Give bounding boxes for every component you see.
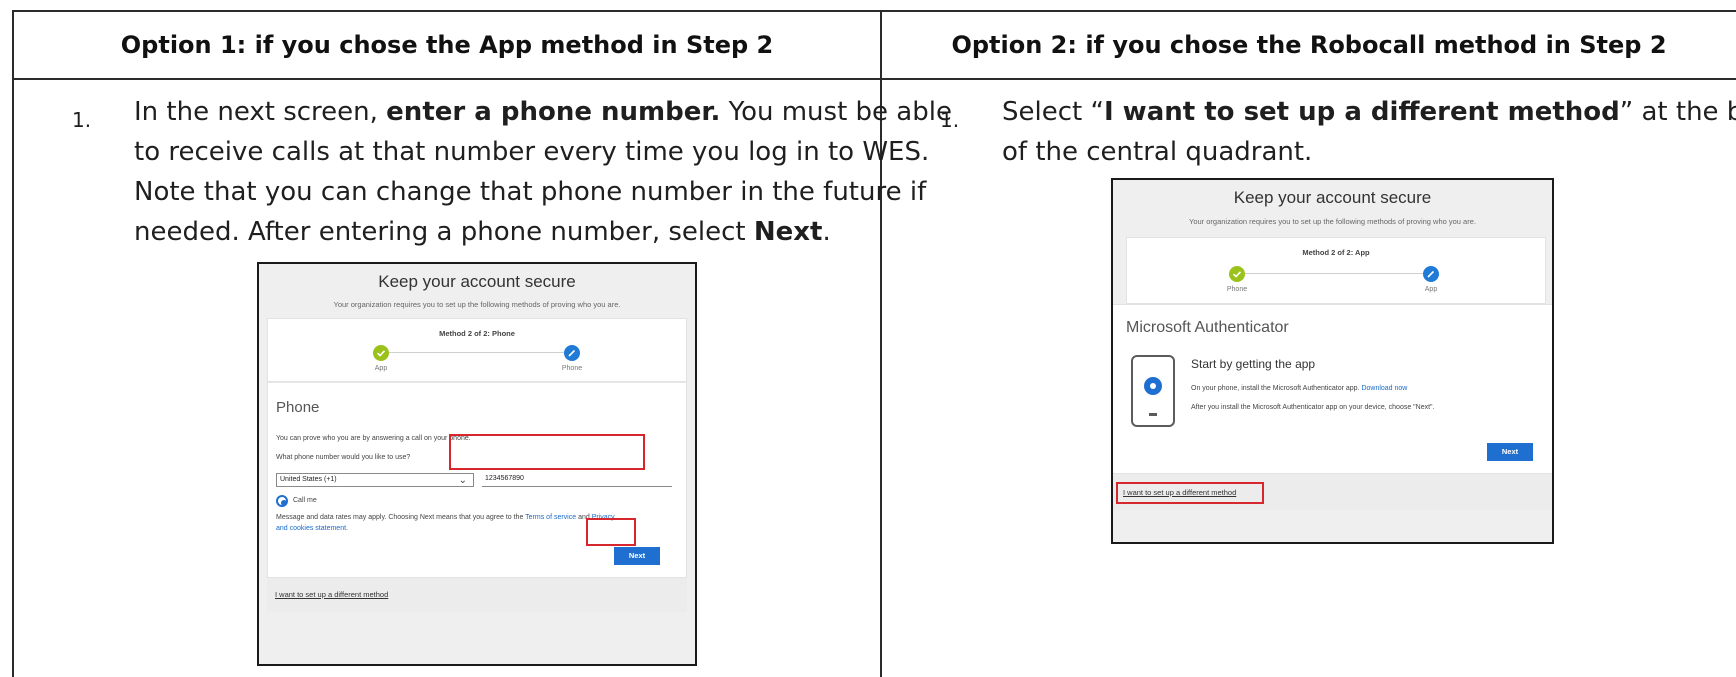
step-number: 1.	[72, 108, 92, 132]
install-line: On your phone, install the Microsoft Aut…	[1191, 385, 1408, 392]
option2-header: Option 2: if you chose the Robocall meth…	[951, 31, 1667, 59]
step-line-1: Select “I want to set up a different met…	[1002, 97, 1736, 127]
different-method-highlight-box	[1116, 482, 1264, 504]
after-install-line: After you install the Microsoft Authenti…	[1191, 404, 1435, 411]
option2-step: 1. Select “I want to set up a different …	[940, 92, 1736, 172]
progress-line	[381, 352, 571, 353]
phone-highlight-box	[449, 434, 645, 470]
option1-step: 1. In the next screen, enter a phone num…	[72, 92, 952, 262]
footer-bar: I want to set up a different method	[267, 578, 687, 612]
legal-text-line2: and cookies statement.	[276, 525, 348, 532]
terms-link[interactable]: Terms of service	[525, 514, 576, 521]
authenticator-card: Microsoft Authenticator Start by getting…	[1113, 304, 1552, 474]
progress-card: Method 2 of 2: App Phone App	[1126, 237, 1546, 304]
next-button[interactable]: Next	[1487, 443, 1533, 461]
progress-label-right: Phone	[561, 365, 583, 372]
privacy-link-cont[interactable]: and cookies statement	[276, 525, 346, 532]
phone-setup-screenshot: Keep your account secure Your organizati…	[257, 262, 697, 666]
phone-number-input[interactable]: 1234567890	[482, 473, 672, 487]
check-icon	[373, 345, 389, 361]
pencil-icon	[564, 345, 580, 361]
header-row-divider	[12, 78, 1736, 80]
pencil-icon	[1423, 266, 1439, 282]
step-line-2: to receive calls at that number every ti…	[134, 137, 930, 167]
authenticator-heading: Microsoft Authenticator	[1126, 319, 1289, 336]
country-select[interactable]: United States (+1) ⌄	[276, 473, 474, 487]
phone-card: Phone You can prove who you are by answe…	[267, 382, 687, 578]
phone-question: What phone number would you like to use?	[276, 454, 411, 461]
progress-label-left: Phone	[1226, 286, 1248, 293]
step-line-4: needed. After entering a phone number, s…	[134, 217, 831, 247]
step-line-3: Note that you can change that phone numb…	[134, 177, 927, 207]
check-icon	[1229, 266, 1245, 282]
next-button[interactable]: Next	[614, 547, 660, 565]
phone-heading: Phone	[276, 399, 320, 416]
start-heading: Start by getting the app	[1191, 357, 1316, 371]
step-number: 1.	[940, 108, 960, 132]
legal-text-line1: Message and data rates may apply. Choosi…	[276, 514, 615, 521]
different-method-link[interactable]: I want to set up a different method	[275, 590, 388, 599]
progress-label-right: App	[1424, 286, 1438, 293]
country-value: United States (+1)	[280, 476, 337, 483]
screenshot-subtitle: Your organization requires you to set up…	[1189, 217, 1476, 226]
progress-card: Method 2 of 2: Phone App Phone	[267, 318, 687, 382]
method-label: Method 2 of 2: App	[1302, 248, 1370, 257]
progress-label-left: App	[374, 365, 388, 372]
call-me-label: Call me	[293, 497, 317, 504]
option1-header: Option 1: if you chose the App method in…	[120, 31, 774, 59]
download-now-link[interactable]: Download now	[1361, 385, 1407, 392]
chevron-down-icon: ⌄	[458, 475, 467, 486]
step-line-2: of the central quadrant.	[1002, 137, 1313, 167]
phone-device-icon	[1131, 355, 1175, 427]
screenshot-subtitle: Your organization requires you to set up…	[333, 300, 621, 309]
progress-line	[1237, 273, 1430, 274]
screenshot-title: Keep your account secure	[378, 272, 576, 291]
lock-icon	[1144, 377, 1162, 395]
authenticator-screenshot: Keep your account secure Your organizati…	[1111, 178, 1554, 544]
next-highlight-box	[586, 518, 636, 546]
phone-desc: You can prove who you are by answering a…	[276, 435, 471, 442]
method-label: Method 2 of 2: Phone	[439, 329, 515, 338]
step-line-1: In the next screen, enter a phone number…	[134, 97, 952, 127]
screenshot-title: Keep your account secure	[1233, 188, 1432, 207]
call-me-radio[interactable]	[276, 495, 288, 507]
